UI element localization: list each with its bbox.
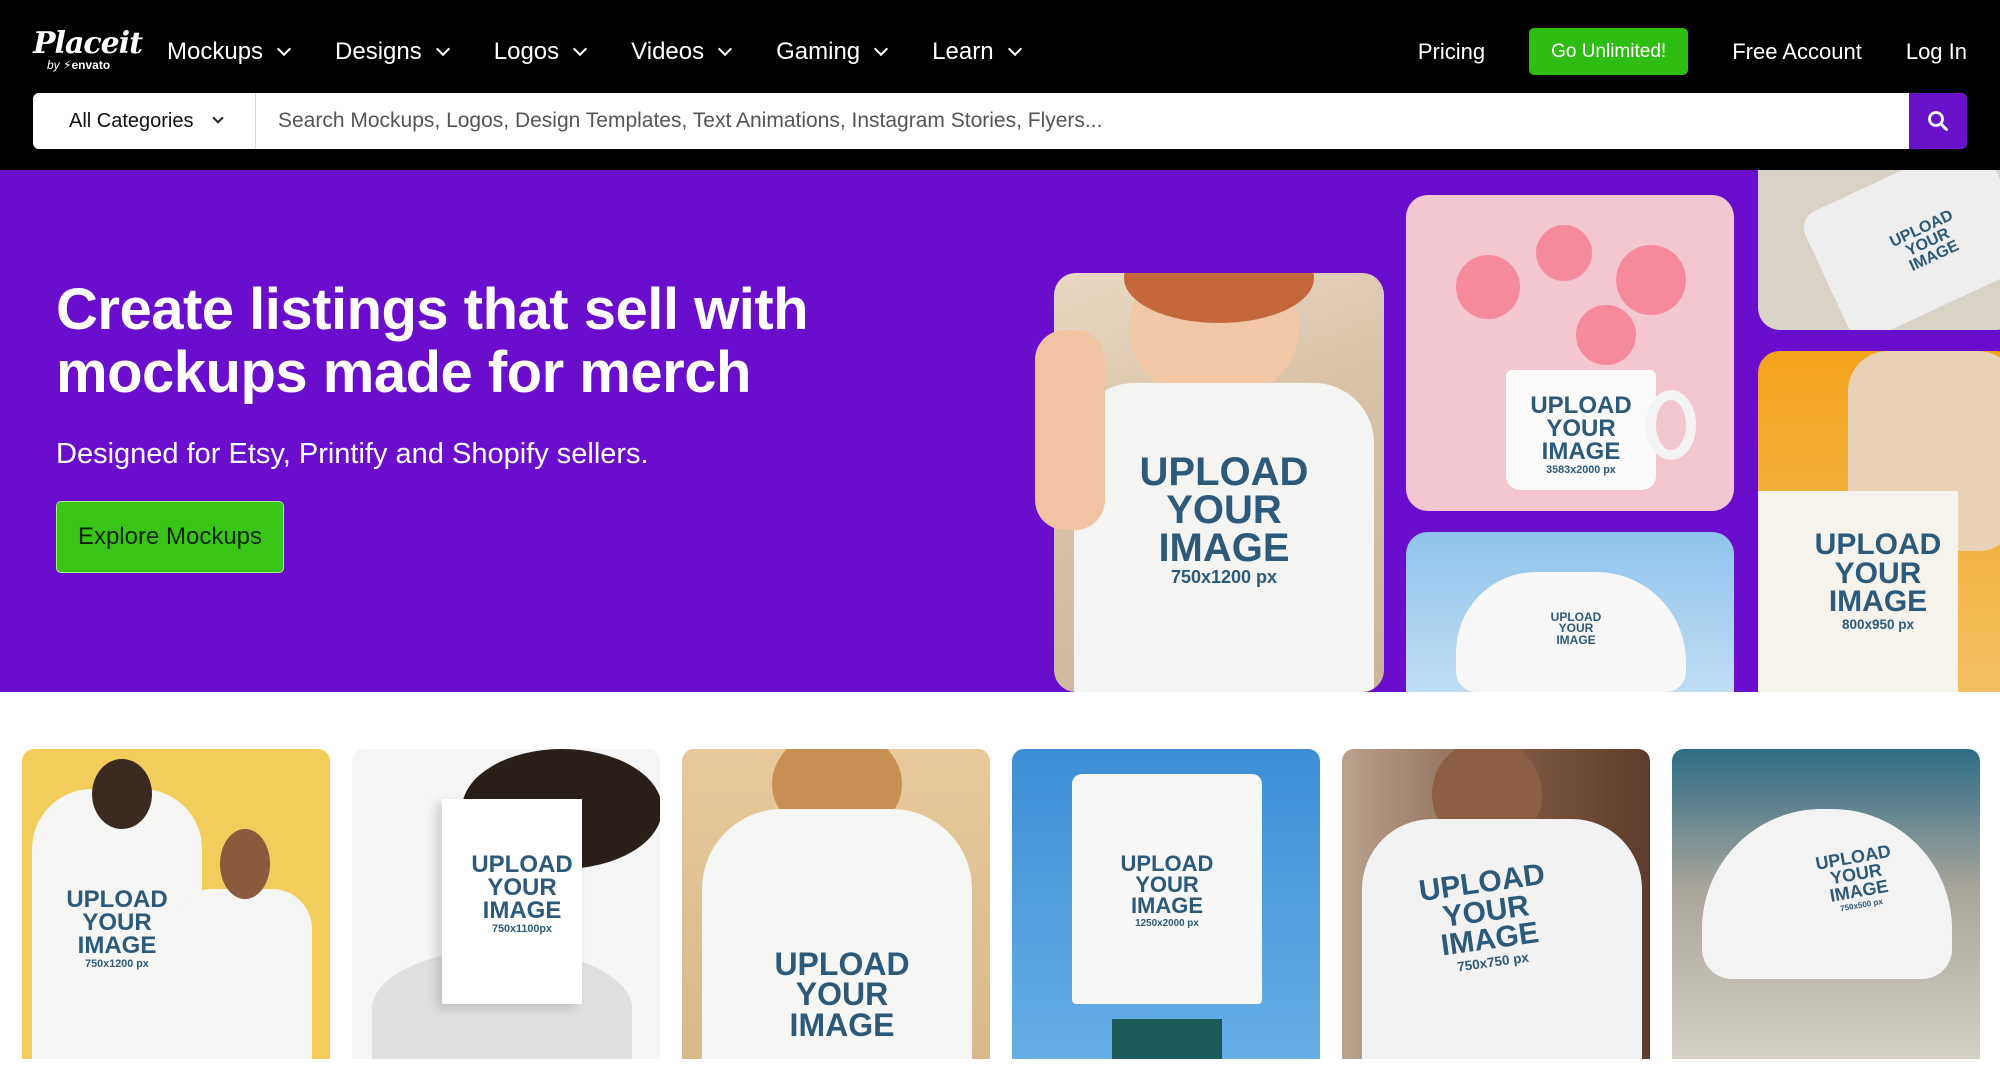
peace-sign-hand <box>1035 330 1105 530</box>
hero-banner: Create listings that sell with mockups m… <box>0 170 2000 692</box>
hero-phone-case-mockup-image[interactable]: UPLOAD YOUR IMAGE <box>1758 170 2000 330</box>
log-in-link[interactable]: Log In <box>1906 39 1967 65</box>
model-head <box>92 759 152 829</box>
search-icon <box>1928 111 1948 131</box>
upload-placeholder: UPLOAD YOUR IMAGE 750x1200 px <box>1139 450 1309 587</box>
chevron-down-icon <box>435 41 450 57</box>
chevron-down-icon <box>1007 41 1022 57</box>
menu-videos[interactable]: Videos <box>631 34 733 70</box>
upload-placeholder: UPLOAD YOUR IMAGE <box>774 946 910 1043</box>
menu-designs[interactable]: Designs <box>335 34 450 70</box>
chevron-down-icon <box>718 41 733 57</box>
menu-logos-label: Logos <box>493 38 560 65</box>
search-button[interactable] <box>1909 93 1967 149</box>
white-tshirt-front <box>172 889 312 1059</box>
flowers <box>1446 215 1696 365</box>
main-menu: Mockups Designs Logos Videos Gaming Lear… <box>167 34 1066 70</box>
category-dropdown-label: All Categories <box>69 109 194 132</box>
menu-learn[interactable]: Learn <box>932 34 1022 70</box>
explore-mockups-button[interactable]: Explore Mockups <box>56 501 284 573</box>
upload-placeholder: UPLOAD YOUR IMAGE <box>1550 610 1602 647</box>
menu-videos-label: Videos <box>631 38 705 65</box>
menu-logos[interactable]: Logos <box>493 34 588 70</box>
hero-mug-mockup-image[interactable]: UPLOAD YOUR IMAGE 3583x2000 px <box>1406 195 1734 511</box>
search-bar: All Categories <box>33 93 1967 149</box>
mockup-card[interactable]: UPLOAD YOUR IMAGE 750x1100px <box>352 749 660 1059</box>
mockup-card[interactable]: UPLOAD YOUR IMAGE 750x750 px <box>1342 749 1650 1059</box>
hero-subtitle: Designed for Etsy, Printify and Shopify … <box>56 438 649 470</box>
menu-mockups-label: Mockups <box>167 38 264 65</box>
mockup-card[interactable]: UPLOAD YOUR IMAGE 750x500 px <box>1672 749 1980 1059</box>
chevron-down-icon <box>276 41 292 57</box>
upload-placeholder: UPLOAD YOUR IMAGE 750x750 px <box>1416 857 1547 975</box>
model-head <box>220 829 270 899</box>
menu-learn-label: Learn <box>932 38 994 65</box>
top-navigation-bar: Placeit by ⚡envato Mockups Designs Logos… <box>0 0 2000 170</box>
chevron-down-icon <box>874 41 889 57</box>
hero-tote-bag-mockup-image[interactable]: UPLOAD YOUR IMAGE 800x950 px <box>1758 351 2000 692</box>
pricing-link[interactable]: Pricing <box>1418 39 1485 65</box>
account-links: Pricing Go Unlimited! Free Account Log I… <box>1418 28 1967 75</box>
upload-placeholder: UPLOAD YOUR IMAGE 800x950 px <box>1814 528 1942 632</box>
mockup-card-grid: UPLOAD YOUR IMAGE 750x1200 px UPLOAD YOUR IMA… <box>22 749 1980 1059</box>
mockup-card[interactable]: UPLOAD YOUR IMAGE 1250x2000 px <box>1012 749 1320 1059</box>
go-unlimited-button[interactable]: Go Unlimited! <box>1529 28 1689 75</box>
menu-mockups[interactable]: Mockups <box>167 34 292 70</box>
chevron-down-icon <box>573 41 588 57</box>
upload-placeholder: UPLOAD YOUR IMAGE 750x1200 px <box>66 886 168 971</box>
hero-cap-mockup-image[interactable]: UPLOAD YOUR IMAGE <box>1406 532 1734 692</box>
menu-gaming-label: Gaming <box>776 38 861 65</box>
menu-designs-label: Designs <box>335 38 422 65</box>
logo-wordmark: Placeit <box>33 26 143 61</box>
free-account-link[interactable]: Free Account <box>1732 39 1862 65</box>
category-dropdown[interactable]: All Categories <box>33 93 256 149</box>
upload-placeholder: UPLOAD YOUR IMAGE 3583x2000 px <box>1530 392 1632 477</box>
chevron-down-icon <box>211 112 224 124</box>
mockup-card[interactable]: UPLOAD YOUR IMAGE 750x1200 px <box>22 749 330 1059</box>
upload-placeholder: UPLOAD YOUR IMAGE 750x1100px <box>471 851 573 936</box>
search-input[interactable] <box>256 93 1909 149</box>
placeit-logo[interactable]: Placeit by ⚡envato <box>33 26 143 73</box>
model-overalls <box>1112 1019 1222 1059</box>
menu-gaming[interactable]: Gaming <box>776 34 889 70</box>
upload-placeholder: UPLOAD YOUR IMAGE 1250x2000 px <box>1120 851 1214 929</box>
mockup-card[interactable]: UPLOAD YOUR IMAGE <box>682 749 990 1059</box>
hero-title: Create listings that sell with mockups m… <box>56 277 809 405</box>
